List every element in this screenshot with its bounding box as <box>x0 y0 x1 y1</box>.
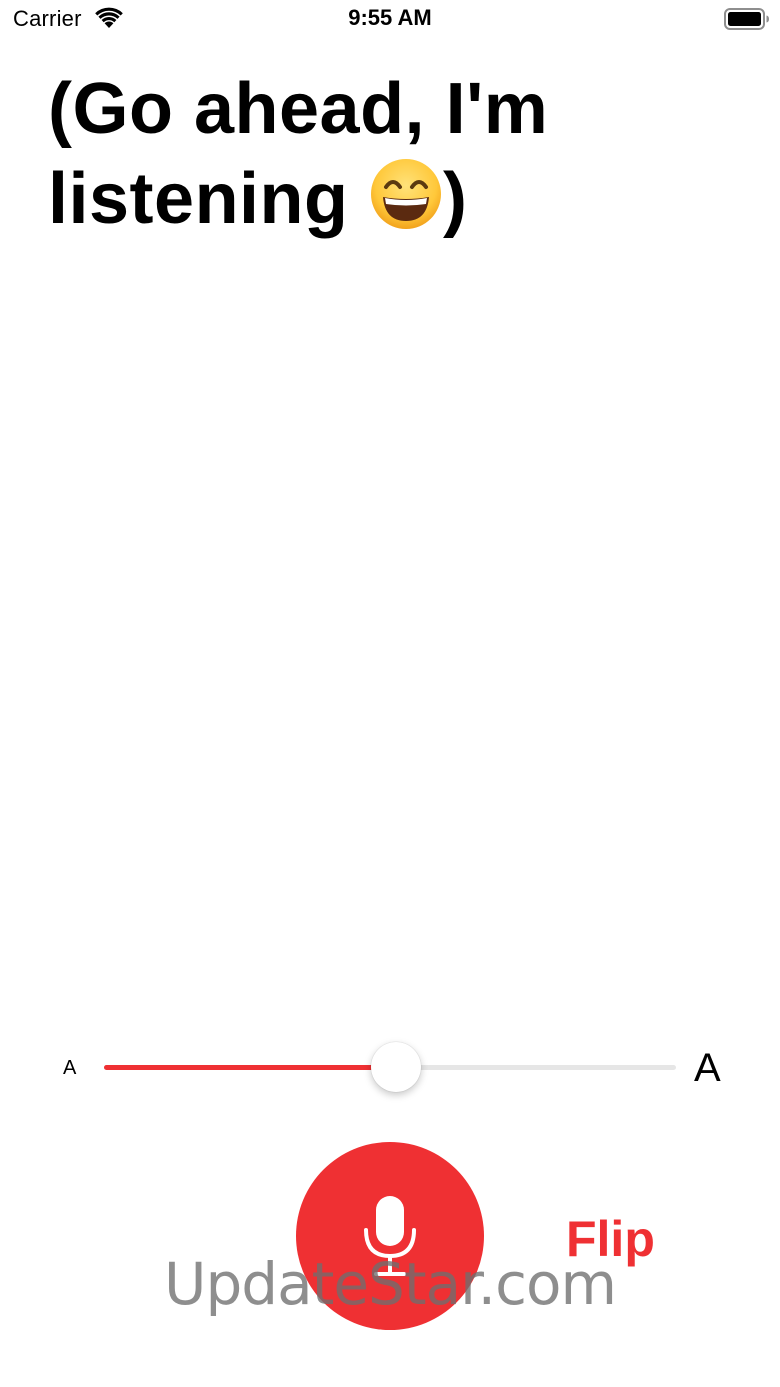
transcript-closing: ) <box>443 159 468 239</box>
flip-button[interactable]: Flip <box>566 1210 655 1268</box>
status-bar: Carrier 9:55 AM <box>0 0 780 40</box>
status-time: 9:55 AM <box>348 5 432 30</box>
app-screen: Carrier 9:55 AM (Go ahead, I'm listening <box>0 0 780 1387</box>
font-size-slider[interactable] <box>104 1042 676 1092</box>
slider-fill <box>104 1065 396 1070</box>
font-size-slider-row: A A <box>0 1040 780 1096</box>
microphone-icon <box>364 1196 416 1276</box>
transcript-text: (Go ahead, I'm listening ) <box>48 64 748 244</box>
battery-icon <box>724 8 769 30</box>
small-font-label: A <box>63 1057 77 1079</box>
microphone-button[interactable] <box>296 1142 484 1330</box>
slider-thumb[interactable] <box>370 1042 421 1092</box>
grinning-face-with-smiling-eyes-icon <box>371 159 442 229</box>
large-font-label: A <box>694 1046 721 1090</box>
transcript-line: (Go ahead, I'm listening <box>48 69 549 239</box>
